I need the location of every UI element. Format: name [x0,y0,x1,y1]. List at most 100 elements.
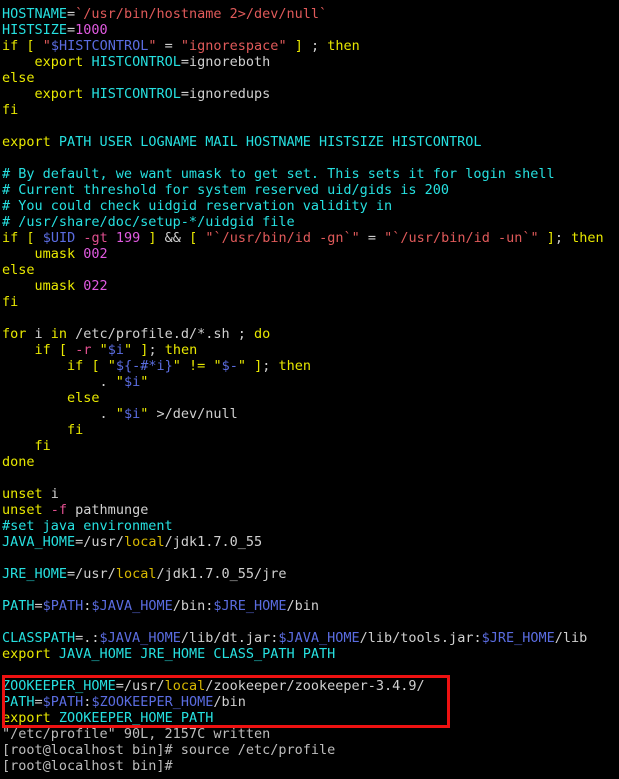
terminal-line: PATH=$PATH:$ZOOKEEPER_HOME/bin [2,694,246,710]
terminal-line: # Current threshold for system reserved … [2,182,449,198]
terminal-token: unset [2,502,43,518]
terminal-line: JAVA_HOME=/usr/local/jdk1.7.0_55 [2,534,262,550]
terminal-token: export [34,86,84,102]
terminal-token: # /usr/share/doc/setup-*/uidgid file [2,214,295,230]
terminal-token: " [140,374,149,390]
terminal-line: for i in /etc/profile.d/*.sh ; do [2,326,270,342]
terminal-token: else [2,262,35,278]
terminal-token: ] [546,230,555,246]
terminal-token: # Current threshold for system reserved … [2,182,450,198]
terminal-token: [ [26,38,35,54]
terminal-token: "ignorespace" [180,38,287,54]
terminal-token: local [164,678,206,694]
terminal-line: export ZOOKEEPER_HOME PATH [2,710,213,726]
terminal-token: [ [189,230,198,246]
terminal-line: [root@localhost bin]# source /etc/profil… [2,742,335,758]
terminal-token: $UID [42,230,76,246]
terminal-line: else [2,70,35,86]
terminal-token: " [172,358,181,374]
terminal-token: # You could check uidgid reservation val… [2,198,393,214]
terminal-line: . "$i" [2,374,149,390]
terminal-line: [root@localhost bin]# [2,758,173,774]
terminal-token: fi [2,102,19,118]
terminal-token: i [26,326,51,342]
terminal-token: " [99,342,108,358]
terminal-token: /jdk1.7.0_55 [164,534,263,550]
terminal-token: /lib/tools.jar: [359,630,482,646]
terminal-token: if [2,230,19,246]
terminal-line: done [2,454,35,470]
terminal-token: local [115,566,157,582]
terminal-token: fi [2,294,19,310]
terminal-token: done [2,454,35,470]
terminal-token: HISTCONTROL [91,54,181,70]
terminal-line: if [ $UID -gt 199 ] && [ "`/usr/bin/id -… [2,230,604,246]
terminal-token: = [34,694,43,710]
terminal-token: [ [91,358,100,374]
terminal-token: #set java environment [2,518,173,534]
terminal-line: #set java environment [2,518,173,534]
terminal-line: fi [2,422,83,438]
terminal-token: HISTCONTROL [91,86,181,102]
terminal-token: `/usr/bin/hostname 2>/dev/null` [75,6,328,22]
terminal-token: then [164,342,198,358]
terminal-token: $- [221,358,238,374]
terminal-token: $PATH [42,598,84,614]
terminal-token: " [237,358,246,374]
terminal-token: $PATH [42,694,84,710]
terminal-token: " [115,374,124,390]
terminal-token: JRE_HOME [2,566,68,582]
terminal-token: . [2,374,116,390]
terminal-line: else [2,390,100,406]
terminal-line: export JAVA_HOME JRE_HOME CLASS_PATH PAT… [2,646,335,662]
terminal-token: $ZOOKEEPER_HOME [91,694,214,710]
terminal-line: export HISTCONTROL=ignoredups [2,86,271,102]
terminal-line: . "$i" >/dev/null [2,406,238,422]
terminal-token: 022 [83,278,108,294]
terminal-token: =/usr/ [75,534,124,550]
terminal-token: [root@localhost bin]# source /etc/profil… [2,742,336,758]
terminal-line: HOSTNAME=`/usr/bin/hostname 2>/dev/null` [2,6,327,22]
terminal-token: = [34,598,43,614]
terminal-token: ] [294,38,303,54]
terminal-token: else [67,390,100,406]
terminal-token: pathmunge [67,502,149,518]
terminal-token: HOSTNAME [2,6,68,22]
terminal-line: else [2,262,35,278]
terminal-token: PATH [2,598,35,614]
terminal-token: ; [262,358,279,374]
terminal-token: PATH [2,694,35,710]
terminal-token: # By default, we want umask to get set. … [2,166,555,182]
terminal-token: ; [554,230,572,246]
terminal-token: . [2,406,116,422]
terminal-token: " [124,342,133,358]
terminal-token: [ [26,230,35,246]
terminal-token: export [2,646,51,662]
terminal-line: # By default, we want umask to get set. … [2,166,555,182]
terminal-line: fi [2,294,18,310]
terminal-token: ] [148,230,157,246]
terminal-token: /lib [554,630,588,646]
terminal-window[interactable]: HOSTNAME=`/usr/bin/hostname 2>/dev/null`… [0,0,619,779]
terminal-token: [ [58,342,68,358]
terminal-token: =.: [75,630,100,646]
